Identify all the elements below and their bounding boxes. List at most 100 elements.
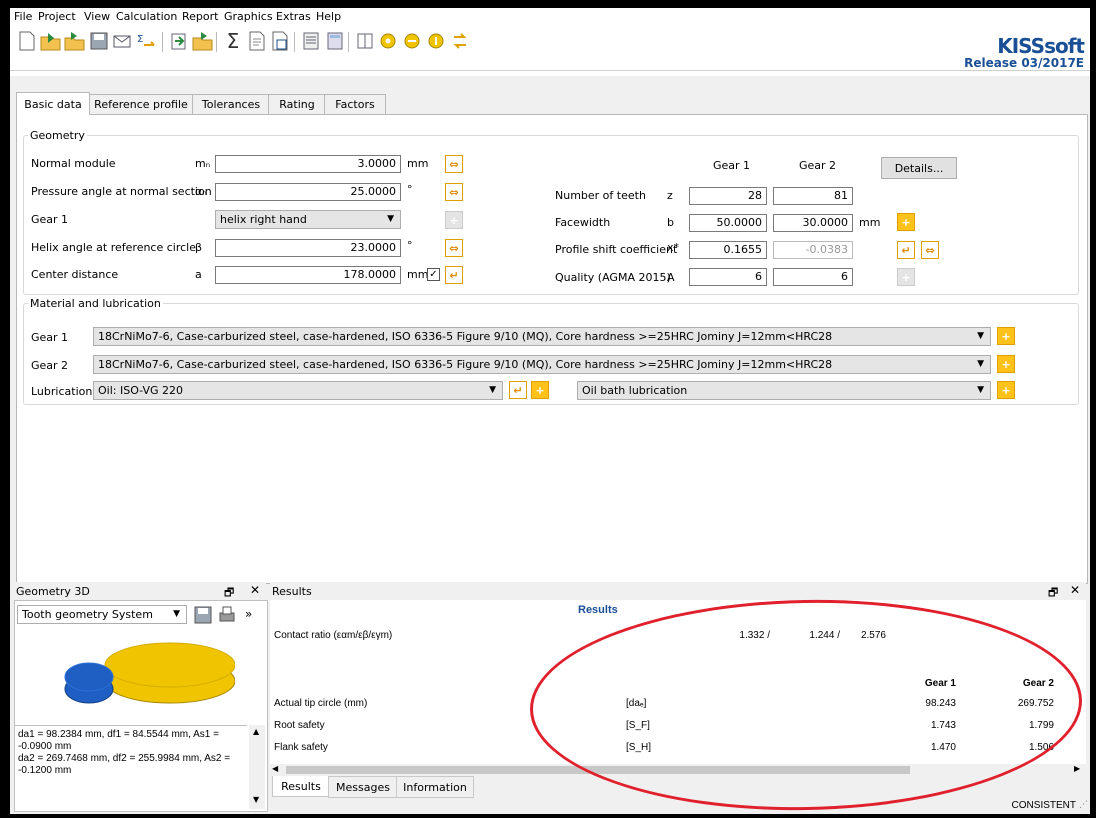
profile-shift-gear1-input[interactable]: 0.1655: [689, 241, 767, 259]
mail-icon[interactable]: [112, 30, 134, 52]
gear-tool-icon[interactable]: [378, 30, 400, 52]
menu-calculation[interactable]: Calculation: [116, 10, 177, 23]
menu-help[interactable]: Help: [316, 10, 341, 23]
material-gear2-select[interactable]: 18CrNiMo7-6, Case-carburized steel, case…: [93, 355, 991, 374]
info-panel-icon[interactable]: [354, 30, 376, 52]
result-row-label: Flank safety: [274, 742, 328, 753]
tab-rating[interactable]: Rating: [268, 94, 326, 114]
kisssoft-window: File Project View Calculation Report Gra…: [10, 8, 1090, 814]
material-gear1-select[interactable]: 18CrNiMo7-6, Case-carburized steel, case…: [93, 327, 991, 346]
profile-shift-gear2-input: -0.0383: [773, 241, 853, 259]
pressure-angle-input[interactable]: 25.0000: [215, 183, 401, 201]
normal-module-sizing-icon[interactable]: ⇔: [445, 155, 463, 173]
pressure-angle-unit: °: [407, 183, 413, 196]
helix-angle-input[interactable]: 23.0000: [215, 239, 401, 257]
drawing-icon[interactable]: [300, 30, 322, 52]
gear-tool-2-icon[interactable]: [402, 30, 424, 52]
normal-module-input[interactable]: 3.0000: [215, 155, 401, 173]
sum-arrow-icon[interactable]: Σ: [136, 30, 158, 52]
menu-view[interactable]: View: [84, 10, 110, 23]
geometry3d-title: Geometry 3D: [16, 585, 90, 598]
material-gear1-plus-icon[interactable]: +: [997, 327, 1015, 345]
open-folder-icon[interactable]: [40, 30, 62, 52]
material-gear2-value: 18CrNiMo7-6, Case-carburized steel, case…: [98, 358, 833, 371]
calculate-sigma-icon[interactable]: Σ: [222, 29, 244, 53]
save-icon[interactable]: [88, 30, 110, 52]
chevron-left-icon[interactable]: ◀: [272, 764, 278, 773]
tab-factors[interactable]: Factors: [324, 94, 386, 114]
calculator-icon[interactable]: [324, 30, 346, 52]
menu-file[interactable]: File: [14, 10, 32, 23]
lubrication-return-icon[interactable]: ↵: [509, 381, 527, 399]
quality-symbol: A: [667, 271, 675, 284]
menu-report[interactable]: Report: [182, 10, 218, 23]
geometry3d-header: Geometry 3D 🗗 ✕: [14, 582, 266, 600]
convert-icon[interactable]: [450, 30, 472, 52]
open-project-icon[interactable]: [192, 30, 214, 52]
tab-results[interactable]: Results: [272, 776, 330, 797]
facewidth-gear2-input[interactable]: 30.0000: [773, 214, 853, 232]
facewidth-label: Facewidth: [555, 216, 611, 229]
menu-extras[interactable]: Extras: [276, 10, 311, 23]
facewidth-gear1-input[interactable]: 50.0000: [689, 214, 767, 232]
lubrication-select[interactable]: Oil: ISO-VG 220 ▼: [93, 381, 503, 400]
profile-shift-sizing-icon[interactable]: ⇔: [921, 241, 939, 259]
release-label: Release 03/2017E: [964, 56, 1084, 70]
report-settings-icon[interactable]: [270, 30, 292, 52]
chevron-right-icon[interactable]: ▶: [1074, 764, 1080, 773]
profile-shift-return-icon[interactable]: ↵: [897, 241, 915, 259]
close-pane-icon[interactable]: ✕: [1070, 583, 1080, 597]
print-icon[interactable]: [217, 605, 237, 625]
lubrication-type-select[interactable]: Oil bath lubrication ▼: [577, 381, 991, 400]
chevron-down-icon: ▼: [977, 385, 984, 395]
quality-label: Quality (AGMA 2015): [555, 271, 671, 284]
new-file-icon[interactable]: [16, 30, 38, 52]
material-gear1-value: 18CrNiMo7-6, Case-carburized steel, case…: [98, 330, 833, 343]
open-example-icon[interactable]: [64, 30, 86, 52]
gear-tool-3-icon[interactable]: [426, 30, 448, 52]
close-pane-icon[interactable]: ✕: [250, 583, 260, 597]
info-scrollbar[interactable]: ▲ ▼: [249, 725, 265, 809]
chevron-down-icon[interactable]: ▼: [253, 795, 259, 804]
resize-grip-icon[interactable]: ⋰: [1079, 800, 1088, 810]
geometry3d-select[interactable]: Tooth geometry System ▼: [17, 605, 187, 624]
tab-tolerances[interactable]: Tolerances: [192, 94, 270, 114]
teeth-gear2-input[interactable]: 81: [773, 187, 853, 205]
more-options-icon[interactable]: »: [245, 607, 252, 621]
menu-project[interactable]: Project: [38, 10, 76, 23]
center-distance-sizing-icon[interactable]: ↵: [445, 266, 463, 284]
details-button[interactable]: Details...: [881, 157, 957, 179]
menu-graphics[interactable]: Graphics: [224, 10, 273, 23]
teeth-label: Number of teeth: [555, 189, 646, 202]
chevron-up-icon[interactable]: ▲: [253, 727, 259, 736]
teeth-gear1-input[interactable]: 28: [689, 187, 767, 205]
save-image-icon[interactable]: [193, 605, 213, 625]
tab-information[interactable]: Information: [396, 776, 474, 798]
report-icon[interactable]: [246, 30, 268, 52]
center-distance-checkbox[interactable]: ✓: [427, 268, 440, 281]
center-distance-input[interactable]: 178.0000: [215, 266, 401, 284]
lubrication-value: Oil: ISO-VG 220: [98, 384, 184, 397]
toolbar-divider: [10, 70, 1090, 71]
tab-basic-data[interactable]: Basic data: [16, 92, 90, 115]
export-icon[interactable]: [168, 30, 190, 52]
material-gear2-plus-icon[interactable]: +: [997, 355, 1015, 373]
helix-angle-sizing-icon[interactable]: ⇔: [445, 239, 463, 257]
facewidth-unit: mm: [859, 216, 881, 229]
tab-messages[interactable]: Messages: [328, 776, 398, 798]
facewidth-plus-icon[interactable]: +: [897, 213, 915, 231]
contact-ratio-label: Contact ratio (εαm/εβ/εγm): [274, 630, 393, 641]
toolbar: Σ Σ KISSsoft: [10, 26, 1090, 76]
svg-text:Σ: Σ: [137, 34, 143, 45]
quality-disabled-icon: +: [897, 268, 915, 286]
helix-direction-select[interactable]: helix right hand ▼: [215, 210, 401, 229]
quality-gear2-input[interactable]: 6: [773, 268, 853, 286]
pressure-angle-label: Pressure angle at normal section: [31, 185, 212, 198]
quality-gear1-input[interactable]: 6: [689, 268, 767, 286]
lubrication-plus-icon[interactable]: +: [531, 381, 549, 399]
chevron-down-icon: ▼: [387, 214, 394, 224]
menu-bar: File Project View Calculation Report Gra…: [10, 8, 1090, 26]
tab-reference-profile[interactable]: Reference profile: [88, 94, 194, 114]
pressure-angle-sizing-icon[interactable]: ⇔: [445, 183, 463, 201]
lubrication-type-plus-icon[interactable]: +: [997, 381, 1015, 399]
